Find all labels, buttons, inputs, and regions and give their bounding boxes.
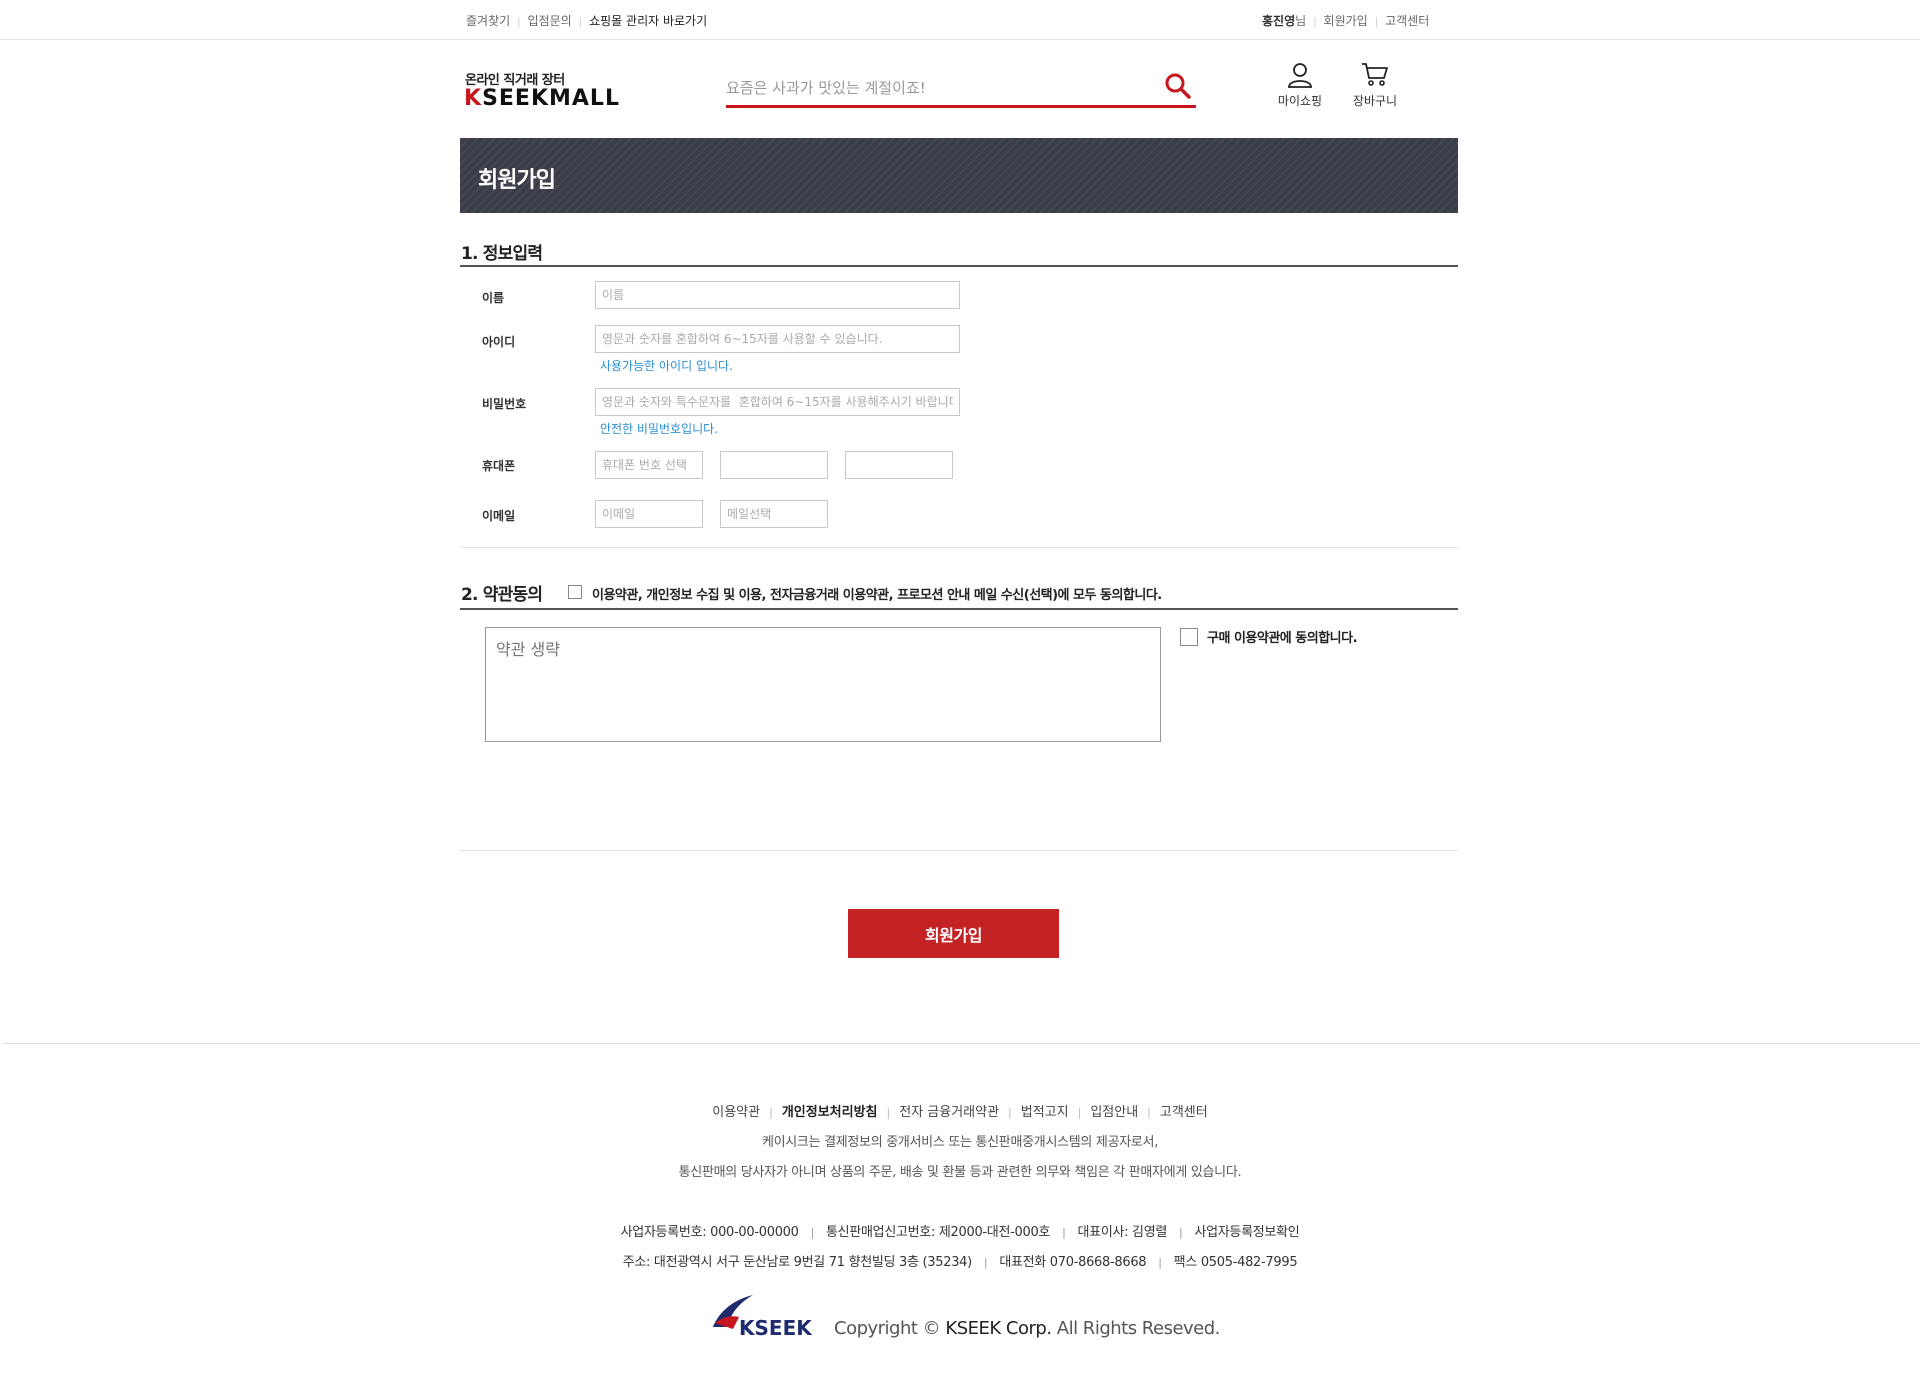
address: 주소: 대전광역시 서구 둔산남로 9번길 71 향천빌딩 3층 (35234) [622, 1255, 973, 1270]
footer-store-guide-link[interactable]: 입점안내 [1090, 1105, 1138, 1120]
signup-submit-button[interactable]: 회원가입 [848, 909, 1059, 958]
business-number: 사업자등록번호: 000-00-00000 [620, 1225, 799, 1240]
agree-buy-label: 구매 이용약관에 동의합니다. [1207, 631, 1358, 646]
copyright-pre: Copyright © [834, 1318, 946, 1339]
logo-k: K [464, 86, 483, 111]
agree-all-label: 이용약관, 개인정보 수집 및 이용, 전자금융거래 이용약관, 프로모션 안내… [592, 588, 1162, 603]
store-inquiry-link[interactable]: 입점문의 [528, 14, 572, 28]
copyright-brand: KSEEK Corp. [945, 1318, 1052, 1339]
phone-prefix-select[interactable] [595, 451, 703, 479]
business-info-check-link[interactable]: 사업자등록정보확인 [1194, 1225, 1299, 1240]
user-suffix: 님 [1295, 14, 1307, 28]
section-info-divider [460, 265, 1458, 267]
id-input[interactable] [595, 325, 960, 353]
phone-middle-input[interactable] [720, 451, 828, 479]
kseek-logo-mark: KSEEK [713, 1295, 813, 1340]
page-title-banner: 회원가입 [460, 138, 1458, 213]
email-domain-select[interactable] [720, 500, 828, 528]
ceo-name: 대표이사: 김영렬 [1077, 1225, 1168, 1240]
phone-number: 대표전화 070-8668-8668 [999, 1255, 1147, 1270]
footer-efinance-link[interactable]: 전자 금융거래약관 [899, 1105, 999, 1120]
search-input[interactable] [726, 76, 1146, 100]
email-id-input[interactable] [595, 500, 703, 528]
terms-textarea[interactable] [485, 627, 1161, 742]
section-terms-title: 2. 약관동의 [461, 585, 543, 605]
footer-divider [3, 1043, 1920, 1044]
section-info-bottom-divider [460, 547, 1458, 548]
id-label: 아이디 [482, 335, 516, 349]
password-input[interactable] [595, 388, 960, 416]
top-links-left: 즐겨찾기 | 입점문의 | 쇼핑몰 관리자 바로가기 [466, 14, 708, 28]
footer-business-info: 사업자등록번호: 000-00-00000 | 통신판매업신고번호: 제2000-대… [620, 1225, 1300, 1240]
footer-privacy-link[interactable]: 개인정보처리방침 [782, 1105, 878, 1120]
section-terms-divider [460, 608, 1458, 610]
copyright-post: All Rights Reseved. [1051, 1318, 1221, 1339]
id-hint: 사용가능한 아이디 입니다. [600, 359, 733, 373]
bookmark-link[interactable]: 즐겨찾기 [466, 14, 510, 28]
customer-center-link[interactable]: 고객센터 [1385, 14, 1429, 28]
logo-rest: SEEKMALL [482, 86, 620, 111]
footer-desc-2: 통신판매의 당사자가 아니며 상품의 주문, 배송 및 환불 등과 관련한 의무… [678, 1165, 1242, 1180]
footer-desc-1: 케이시크는 결제정보의 중개서비스 또는 통신판매중개시스템의 제공자로서, [761, 1135, 1159, 1150]
section-terms-bottom-divider [460, 850, 1458, 851]
password-hint: 안전한 비밀번호입니다. [600, 422, 719, 436]
page-title: 회원가입 [478, 168, 556, 193]
user-icon [1288, 63, 1312, 88]
search-bar [726, 70, 1196, 108]
name-input[interactable] [595, 281, 960, 309]
footer-customer-center-link[interactable]: 고객센터 [1160, 1105, 1208, 1120]
search-button[interactable] [1164, 72, 1194, 102]
cart-label: 장바구니 [1352, 94, 1398, 108]
my-shopping-label: 마이쇼핑 [1277, 94, 1323, 108]
kseek-logo: KSEEK [709, 1293, 813, 1340]
agree-buy-checkbox[interactable] [1180, 628, 1198, 646]
password-label: 비밀번호 [482, 397, 527, 411]
email-label: 이메일 [482, 509, 516, 523]
footer-links: 이용약관 | 개인정보처리방침 | 전자 금융거래약관 | 법적고지 | 입점안내 | 고객센터 [712, 1105, 1208, 1120]
admin-link[interactable]: 쇼핑몰 관리자 바로가기 [589, 14, 707, 28]
cart-icon [1362, 63, 1388, 86]
signup-link[interactable]: 회원가입 [1324, 14, 1368, 28]
agree-all-checkbox[interactable] [568, 585, 582, 599]
phone-label: 휴대폰 [482, 459, 516, 473]
fax-number: 팩스 0505-482-7995 [1173, 1255, 1298, 1270]
site-logo[interactable]: KSEEKMALL [464, 86, 620, 111]
footer-terms-link[interactable]: 이용약관 [712, 1105, 760, 1120]
phone-last-input[interactable] [845, 451, 953, 479]
cart-button[interactable]: 장바구니 [1345, 62, 1405, 109]
my-shopping-button[interactable]: 마이쇼핑 [1270, 62, 1330, 109]
user-name: 홍진영 [1262, 14, 1296, 28]
footer-contact-info: 주소: 대전광역시 서구 둔산남로 9번길 71 향천빌딩 3층 (35234)… [622, 1255, 1298, 1270]
svg-text:KSEEK: KSEEK [739, 1316, 813, 1339]
ecommerce-number: 통신판매업신고번호: 제2000-대전-000호 [826, 1225, 1051, 1240]
copyright: Copyright © KSEEK Corp. All Rights Resev… [834, 1318, 1220, 1339]
top-links-right: 홍진영님 | 회원가입 | 고객센터 [1262, 14, 1430, 28]
footer-legal-link[interactable]: 법적고지 [1021, 1105, 1069, 1120]
name-label: 이름 [482, 291, 505, 305]
search-icon [1165, 73, 1191, 99]
top-bar: 즐겨찾기 | 입점문의 | 쇼핑몰 관리자 바로가기 홍진영님 | 회원가입 | 고객센터 [0, 0, 1920, 40]
section-info-title: 1. 정보입력 [461, 244, 543, 264]
